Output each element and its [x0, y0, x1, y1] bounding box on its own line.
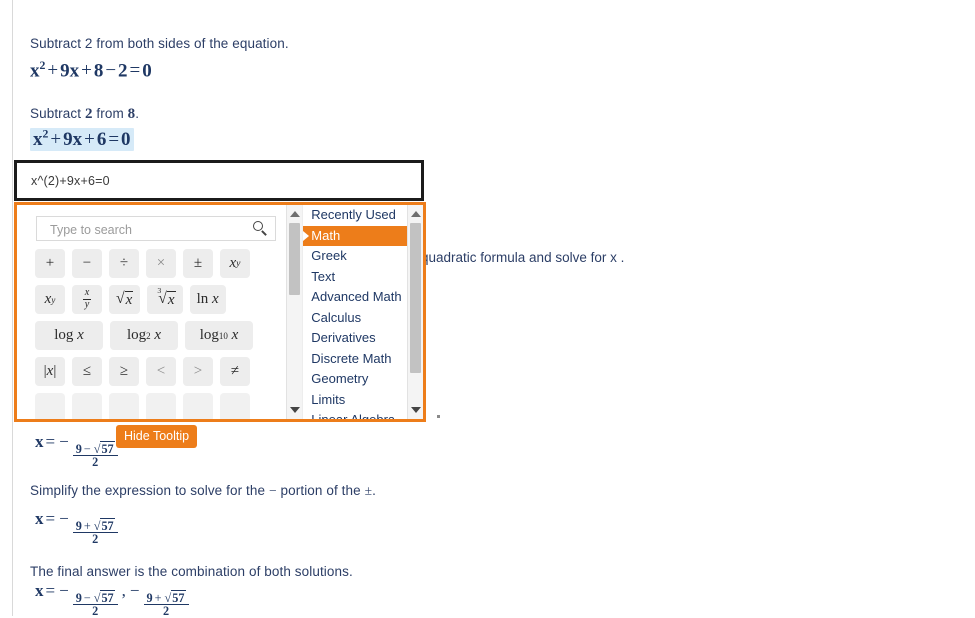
equation-input-box[interactable]: x^(2)+9x+6=0: [14, 160, 424, 201]
symbol-minus-button[interactable]: −: [72, 249, 102, 278]
category-list: Recently Used Math Greek Text Advanced M…: [303, 205, 408, 419]
decorative-dot: [437, 415, 440, 418]
category-scroll-up-icon[interactable]: [408, 207, 423, 221]
symbol-greater-equal-button[interactable]: ≥: [109, 357, 139, 386]
symbol-button-grid: + − ÷ × ± xy xy xy √ x 3 √ x ln x log x …: [35, 249, 281, 419]
symbol-row-4: | x | ≤ ≥ < > ≠: [35, 357, 281, 386]
category-calculus[interactable]: Calculus: [303, 308, 407, 329]
category-greek[interactable]: Greek: [303, 246, 407, 267]
symbol-absolute-value-button[interactable]: | x |: [35, 357, 65, 386]
symbol-row-3: log x log 2 x log 10 x: [35, 321, 281, 350]
category-math[interactable]: Math: [303, 225, 408, 246]
symbol-row-1: + − ÷ × ± xy: [35, 249, 281, 278]
palette-search-wrapper[interactable]: [36, 216, 276, 242]
symbol-fraction-button[interactable]: xy: [72, 285, 102, 314]
left-margin-rule: [12, 0, 13, 616]
scroll-down-icon[interactable]: [287, 403, 302, 417]
symbol-plus-button[interactable]: +: [35, 249, 65, 278]
symbol-plus-minus-button[interactable]: ±: [183, 249, 213, 278]
symbols-scroll-thumb[interactable]: [289, 223, 301, 295]
step-2-text: Subtract 2 from 8.: [30, 106, 139, 123]
symbols-scrollbar[interactable]: [286, 205, 303, 419]
step-2-period: .: [135, 106, 140, 121]
categories-scroll-thumb[interactable]: [410, 223, 421, 373]
palette-symbols-pane: + − ÷ × ± xy xy xy √x 3√x: [17, 205, 303, 419]
symbol-row-5-clipped: [35, 393, 281, 419]
symbol-power-button[interactable]: xy: [220, 249, 250, 278]
category-linear-algebra[interactable]: Linear Algebra: [303, 410, 407, 419]
symbol-cube-root-button[interactable]: 3 √ x: [147, 285, 183, 314]
symbol-row5-button-1[interactable]: [35, 393, 65, 419]
search-input[interactable]: [48, 217, 252, 242]
solution-minus: x = − 9− √57 2: [35, 432, 120, 469]
category-recently-used[interactable]: Recently Used: [303, 205, 407, 226]
symbol-subscript-button[interactable]: xy: [35, 285, 65, 314]
search-icon: [253, 221, 268, 236]
equation-1: x2 +9x +8−2 = 0: [30, 59, 152, 82]
hide-tooltip-button[interactable]: Hide Tooltip: [116, 425, 198, 448]
step-2-mid: from: [96, 106, 124, 121]
scroll-up-icon[interactable]: [287, 207, 302, 221]
solution-plus: x = − 9 + √57 2: [35, 509, 120, 546]
category-scroll-down-icon[interactable]: [408, 403, 423, 417]
symbol-row5-button-2[interactable]: [72, 393, 102, 419]
step-2-prefix: Subtract: [30, 106, 82, 121]
math-symbol-palette[interactable]: + − ÷ × ± xy xy xy √x 3√x: [14, 202, 426, 422]
final-answer-text: The final answer is the combination of b…: [30, 564, 353, 579]
symbol-row5-button-5[interactable]: [183, 393, 213, 419]
symbol-square-root-button[interactable]: √ x: [109, 285, 141, 314]
category-derivatives[interactable]: Derivatives: [303, 328, 407, 349]
symbol-row5-button-3[interactable]: [109, 393, 139, 419]
symbol-natural-log-button[interactable]: ln x: [189, 285, 226, 314]
equation-input-value: x^(2)+9x+6=0: [31, 174, 110, 188]
category-advanced-math[interactable]: Advanced Math: [303, 287, 407, 308]
solution-page: Subtract 2 from both sides of the equati…: [0, 0, 975, 618]
symbol-not-equal-button[interactable]: ≠: [220, 357, 250, 386]
category-text[interactable]: Text: [303, 267, 407, 288]
symbol-multiply-button[interactable]: ×: [146, 249, 176, 278]
symbol-log2-button[interactable]: log 2 x: [110, 321, 178, 350]
symbol-less-equal-button[interactable]: ≤: [72, 357, 102, 386]
palette-categories-pane: Recently Used Math Greek Text Advanced M…: [302, 205, 423, 419]
symbol-row-2: xy xy √ x 3 √ x ln x: [35, 285, 281, 314]
symbol-log-button[interactable]: log x: [35, 321, 103, 350]
symbol-divide-button[interactable]: ÷: [109, 249, 139, 278]
step-1-text: Subtract 2 from both sides of the equati…: [30, 36, 289, 51]
symbol-less-than-button[interactable]: <: [146, 357, 176, 386]
step-2-number-1: 2: [84, 106, 93, 122]
solution-both: x = − 9− √57 2, − 9 + √57 2: [35, 581, 191, 618]
symbol-row5-button-4[interactable]: [146, 393, 176, 419]
category-geometry[interactable]: Geometry: [303, 369, 407, 390]
partial-step-text: quadratic formula and solve for x .: [421, 250, 625, 265]
category-discrete-math[interactable]: Discrete Math: [303, 349, 407, 370]
simplify-step-text: Simplify the expression to solve for the…: [30, 483, 376, 498]
symbol-log10-button[interactable]: log 10 x: [185, 321, 253, 350]
equation-2-highlighted: x2 +9x +6 = 0: [30, 128, 134, 152]
categories-scrollbar[interactable]: [407, 205, 423, 419]
category-limits[interactable]: Limits: [303, 390, 407, 411]
symbol-greater-than-button[interactable]: >: [183, 357, 213, 386]
symbol-row5-button-6[interactable]: [220, 393, 250, 419]
